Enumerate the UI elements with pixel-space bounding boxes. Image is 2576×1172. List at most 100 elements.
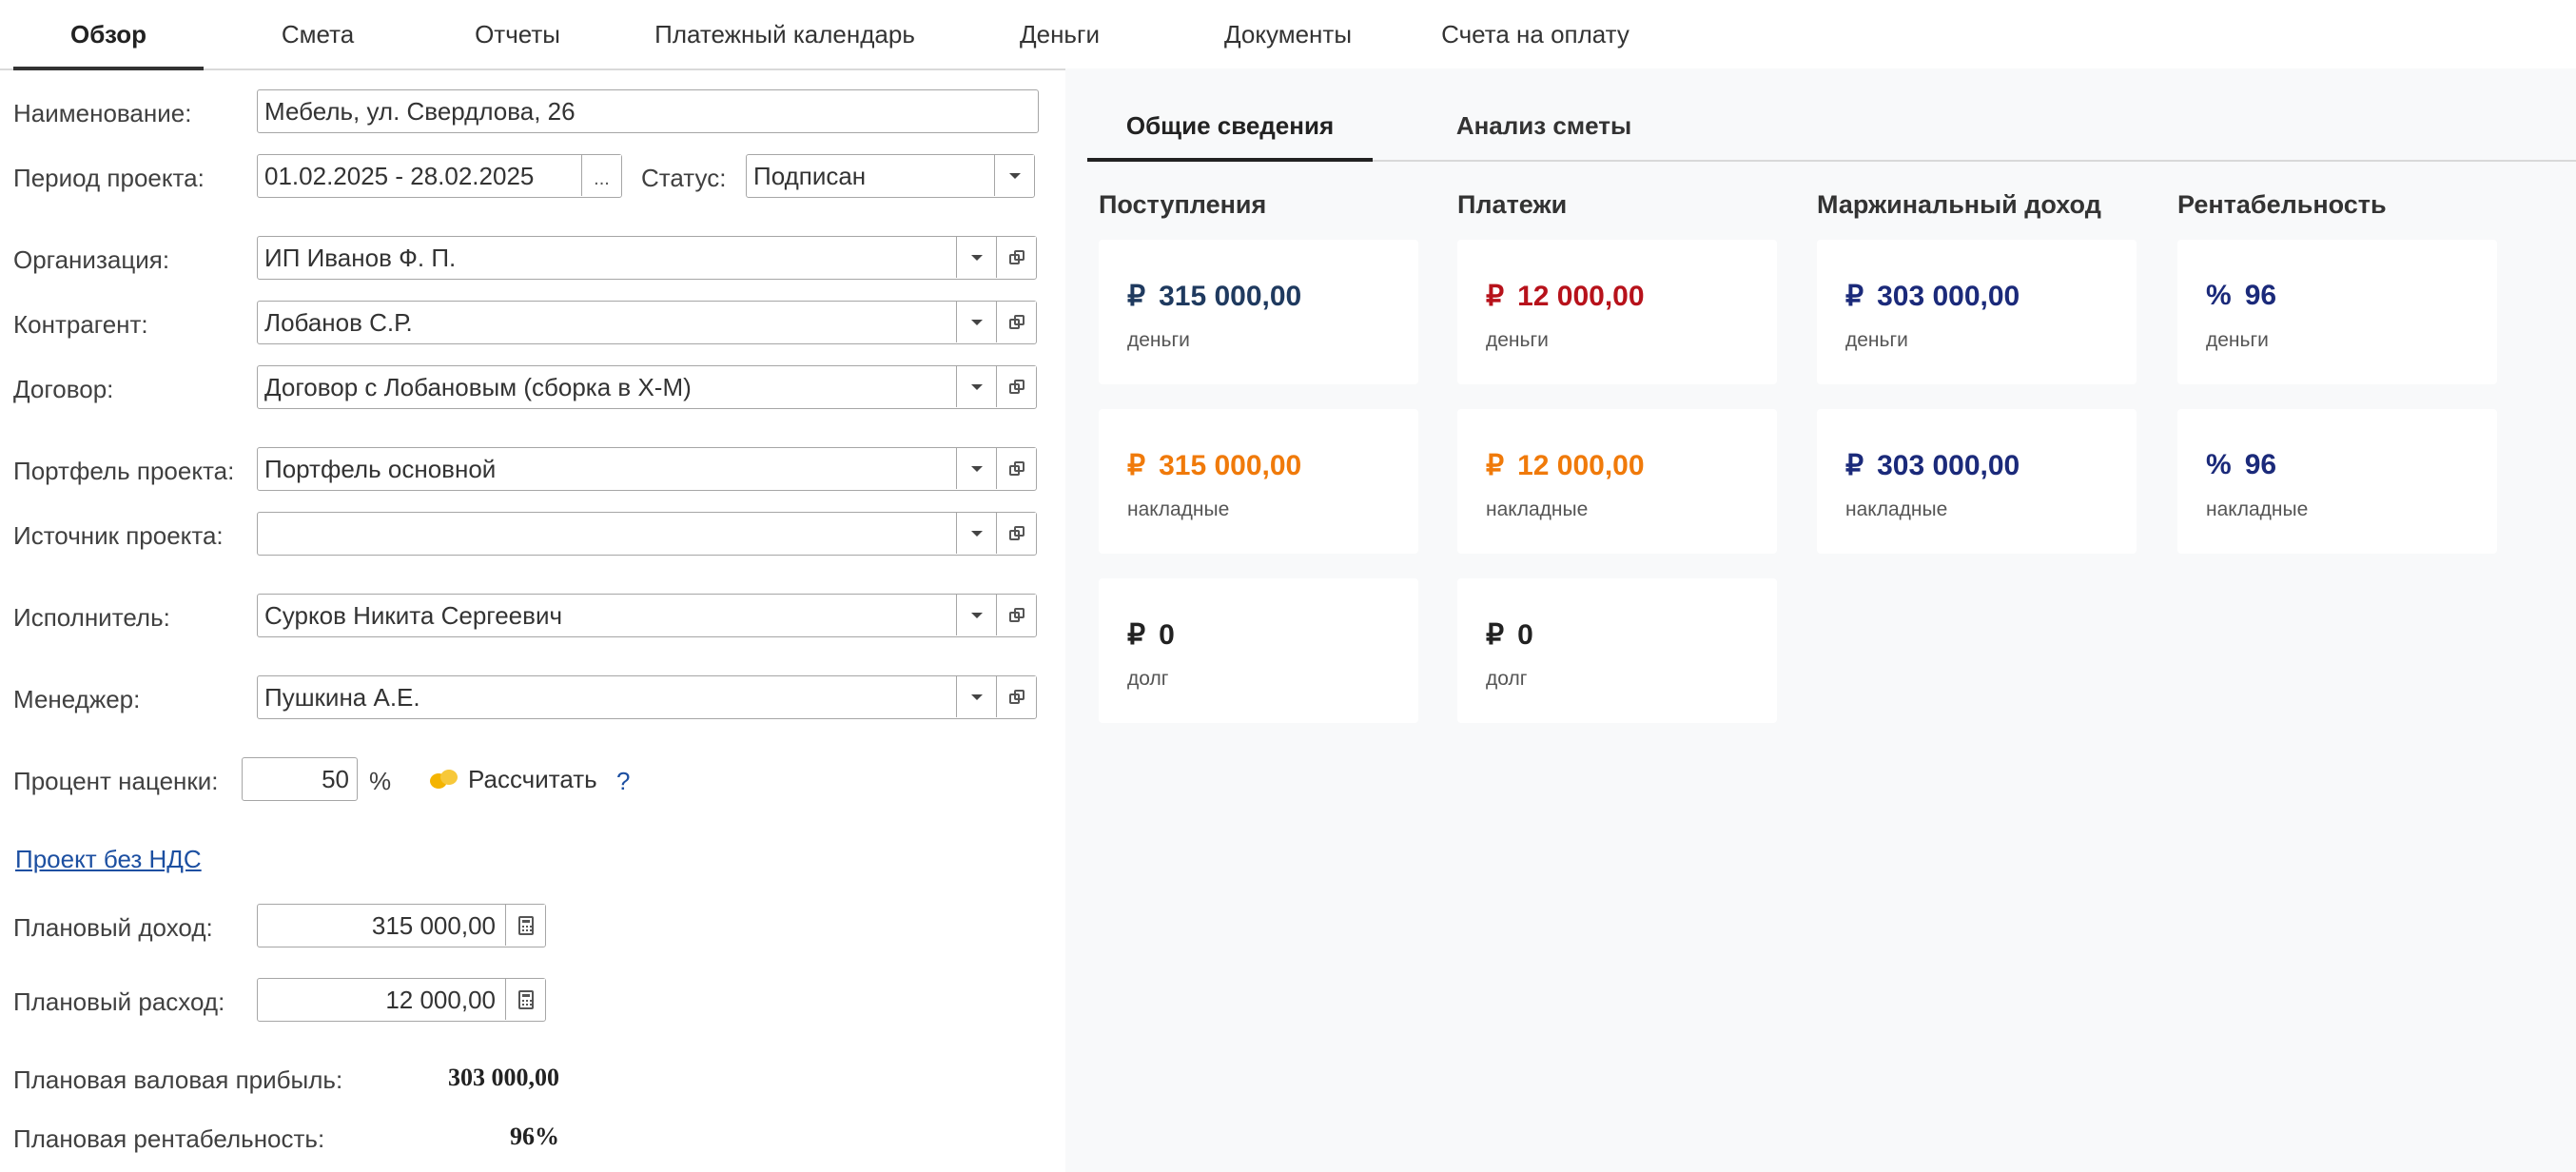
- portfolio-open-button[interactable]: [996, 448, 1036, 489]
- receipts-debt-card: ₽0 долг: [1099, 578, 1418, 723]
- percent-icon: %: [2206, 280, 2232, 311]
- margin-invoices-card: ₽303 000,00 накладные: [1817, 409, 2137, 554]
- card-amount: ₽12 000,00: [1486, 280, 1645, 313]
- card-amount: ₽303 000,00: [1845, 449, 2020, 482]
- planned-expense-calculator-button[interactable]: [505, 979, 545, 1020]
- name-field[interactable]: Мебель, ул. Свердлова, 26: [257, 89, 1039, 133]
- open-form-icon: [1008, 460, 1025, 477]
- source-dropdown-button[interactable]: [956, 513, 996, 554]
- portfolio-value: Портфель основной: [264, 455, 497, 483]
- chevron-down-icon: [970, 319, 983, 325]
- gross-profit-value: 303 000,00: [448, 1064, 559, 1091]
- card-label: деньги: [2206, 329, 2269, 351]
- card-label: деньги: [1486, 329, 1549, 351]
- contract-field[interactable]: Договор с Лобановым (сборка в Х-М): [257, 365, 1037, 409]
- contractor-dropdown-button[interactable]: [956, 302, 996, 342]
- tab-payment-calendar[interactable]: Платежный календарь: [637, 0, 932, 68]
- organization-dropdown-button[interactable]: [956, 237, 996, 278]
- open-form-icon: [1008, 249, 1025, 265]
- ruble-icon: ₽: [1486, 619, 1505, 651]
- card-amount: ₽0: [1486, 618, 1533, 652]
- help-button[interactable]: ?: [616, 767, 630, 796]
- profitability-value: 96%: [510, 1123, 559, 1150]
- margin-money-card: ₽303 000,00 деньги: [1817, 240, 2137, 384]
- calculate-label: Рассчитать: [468, 765, 597, 793]
- vat-link[interactable]: Проект без НДС: [15, 845, 202, 874]
- status-value: Подписан: [753, 162, 867, 190]
- card-amount: % 96: [2206, 449, 2276, 481]
- profitability-invoices-card: % 96 накладные: [2177, 409, 2497, 554]
- name-value: Мебель, ул. Свердлова, 26: [264, 97, 576, 126]
- tab-overview[interactable]: Обзор: [13, 0, 204, 70]
- portfolio-dropdown-button[interactable]: [956, 448, 996, 489]
- manager-field[interactable]: Пушкина А.Е.: [257, 675, 1037, 719]
- receipts-money-card: ₽315 000,00 деньги: [1099, 240, 1418, 384]
- open-form-icon: [1008, 525, 1025, 541]
- portfolio-field[interactable]: Портфель основной: [257, 447, 1037, 491]
- tab-estimate-analysis[interactable]: Анализ сметы: [1401, 91, 1687, 160]
- chevron-down-icon: [1008, 172, 1021, 179]
- card-amount: ₽315 000,00: [1127, 280, 1301, 313]
- period-label: Период проекта:: [13, 164, 205, 192]
- column-header-margin: Маржинальный доход: [1817, 190, 2101, 219]
- card-amount: ₽303 000,00: [1845, 280, 2020, 313]
- calculator-icon: [517, 915, 534, 935]
- status-label: Статус:: [641, 164, 727, 192]
- tab-estimate[interactable]: Смета: [223, 0, 413, 68]
- tab-money[interactable]: Деньги: [965, 0, 1155, 68]
- contract-dropdown-button[interactable]: [956, 366, 996, 407]
- percent-icon: %: [2206, 449, 2232, 480]
- contract-value: Договор с Лобановым (сборка в Х-М): [264, 373, 692, 401]
- planned-income-value: 315 000,00: [371, 911, 496, 940]
- receipts-invoices-card: ₽315 000,00 накладные: [1099, 409, 1418, 554]
- tab-reports[interactable]: Отчеты: [422, 0, 613, 68]
- calculate-button[interactable]: Рассчитать: [430, 765, 597, 794]
- ellipsis-icon: ...: [594, 167, 610, 189]
- planned-income-field[interactable]: 315 000,00: [257, 904, 546, 947]
- name-label: Наименование:: [13, 99, 192, 127]
- markup-unit: %: [369, 767, 392, 795]
- organization-open-button[interactable]: [996, 237, 1036, 278]
- portfolio-label: Портфель проекта:: [13, 457, 235, 485]
- card-label: накладные: [1486, 498, 1589, 520]
- card-value: 315 000,00: [1159, 281, 1302, 312]
- planned-expense-field[interactable]: 12 000,00: [257, 978, 546, 1022]
- contractor-open-button[interactable]: [996, 302, 1036, 342]
- contractor-value: Лобанов С.Р.: [264, 308, 413, 337]
- markup-label: Процент наценки:: [13, 767, 219, 795]
- ruble-icon: ₽: [1486, 450, 1505, 481]
- calculator-icon: [517, 989, 534, 1009]
- executor-field[interactable]: Сурков Никита Сергеевич: [257, 594, 1037, 637]
- card-value: 303 000,00: [1877, 450, 2020, 481]
- period-select-button[interactable]: ...: [581, 155, 621, 196]
- source-label: Источник проекта:: [13, 521, 224, 550]
- contractor-field[interactable]: Лобанов С.Р.: [257, 301, 1037, 344]
- tab-documents[interactable]: Документы: [1193, 0, 1383, 68]
- manager-dropdown-button[interactable]: [956, 676, 996, 717]
- planned-income-calculator-button[interactable]: [505, 905, 545, 946]
- period-field[interactable]: 01.02.2025 - 28.02.2025 ...: [257, 154, 622, 198]
- card-value: 96: [2244, 449, 2277, 480]
- tab-invoices[interactable]: Счета на оплату: [1421, 0, 1649, 68]
- markup-input[interactable]: 50: [242, 757, 358, 801]
- manager-open-button[interactable]: [996, 676, 1036, 717]
- executor-open-button[interactable]: [996, 595, 1036, 635]
- card-amount: ₽12 000,00: [1486, 449, 1645, 482]
- organization-field[interactable]: ИП Иванов Ф. П.: [257, 236, 1037, 280]
- organization-label: Организация:: [13, 245, 170, 274]
- chevron-down-icon: [970, 465, 983, 472]
- open-form-icon: [1008, 689, 1025, 705]
- executor-label: Исполнитель:: [13, 603, 170, 632]
- period-value: 01.02.2025 - 28.02.2025: [264, 162, 535, 190]
- tab-general-info[interactable]: Общие сведения: [1087, 91, 1373, 162]
- status-dropdown-button[interactable]: [994, 155, 1034, 196]
- ruble-icon: ₽: [1845, 450, 1864, 481]
- source-field[interactable]: [257, 512, 1037, 556]
- column-header-profitability: Рентабельность: [2177, 190, 2387, 219]
- source-open-button[interactable]: [996, 513, 1036, 554]
- executor-dropdown-button[interactable]: [956, 595, 996, 635]
- card-value: 315 000,00: [1159, 450, 1302, 481]
- card-value: 0: [1159, 619, 1175, 651]
- status-field[interactable]: Подписан: [746, 154, 1035, 198]
- contract-open-button[interactable]: [996, 366, 1036, 407]
